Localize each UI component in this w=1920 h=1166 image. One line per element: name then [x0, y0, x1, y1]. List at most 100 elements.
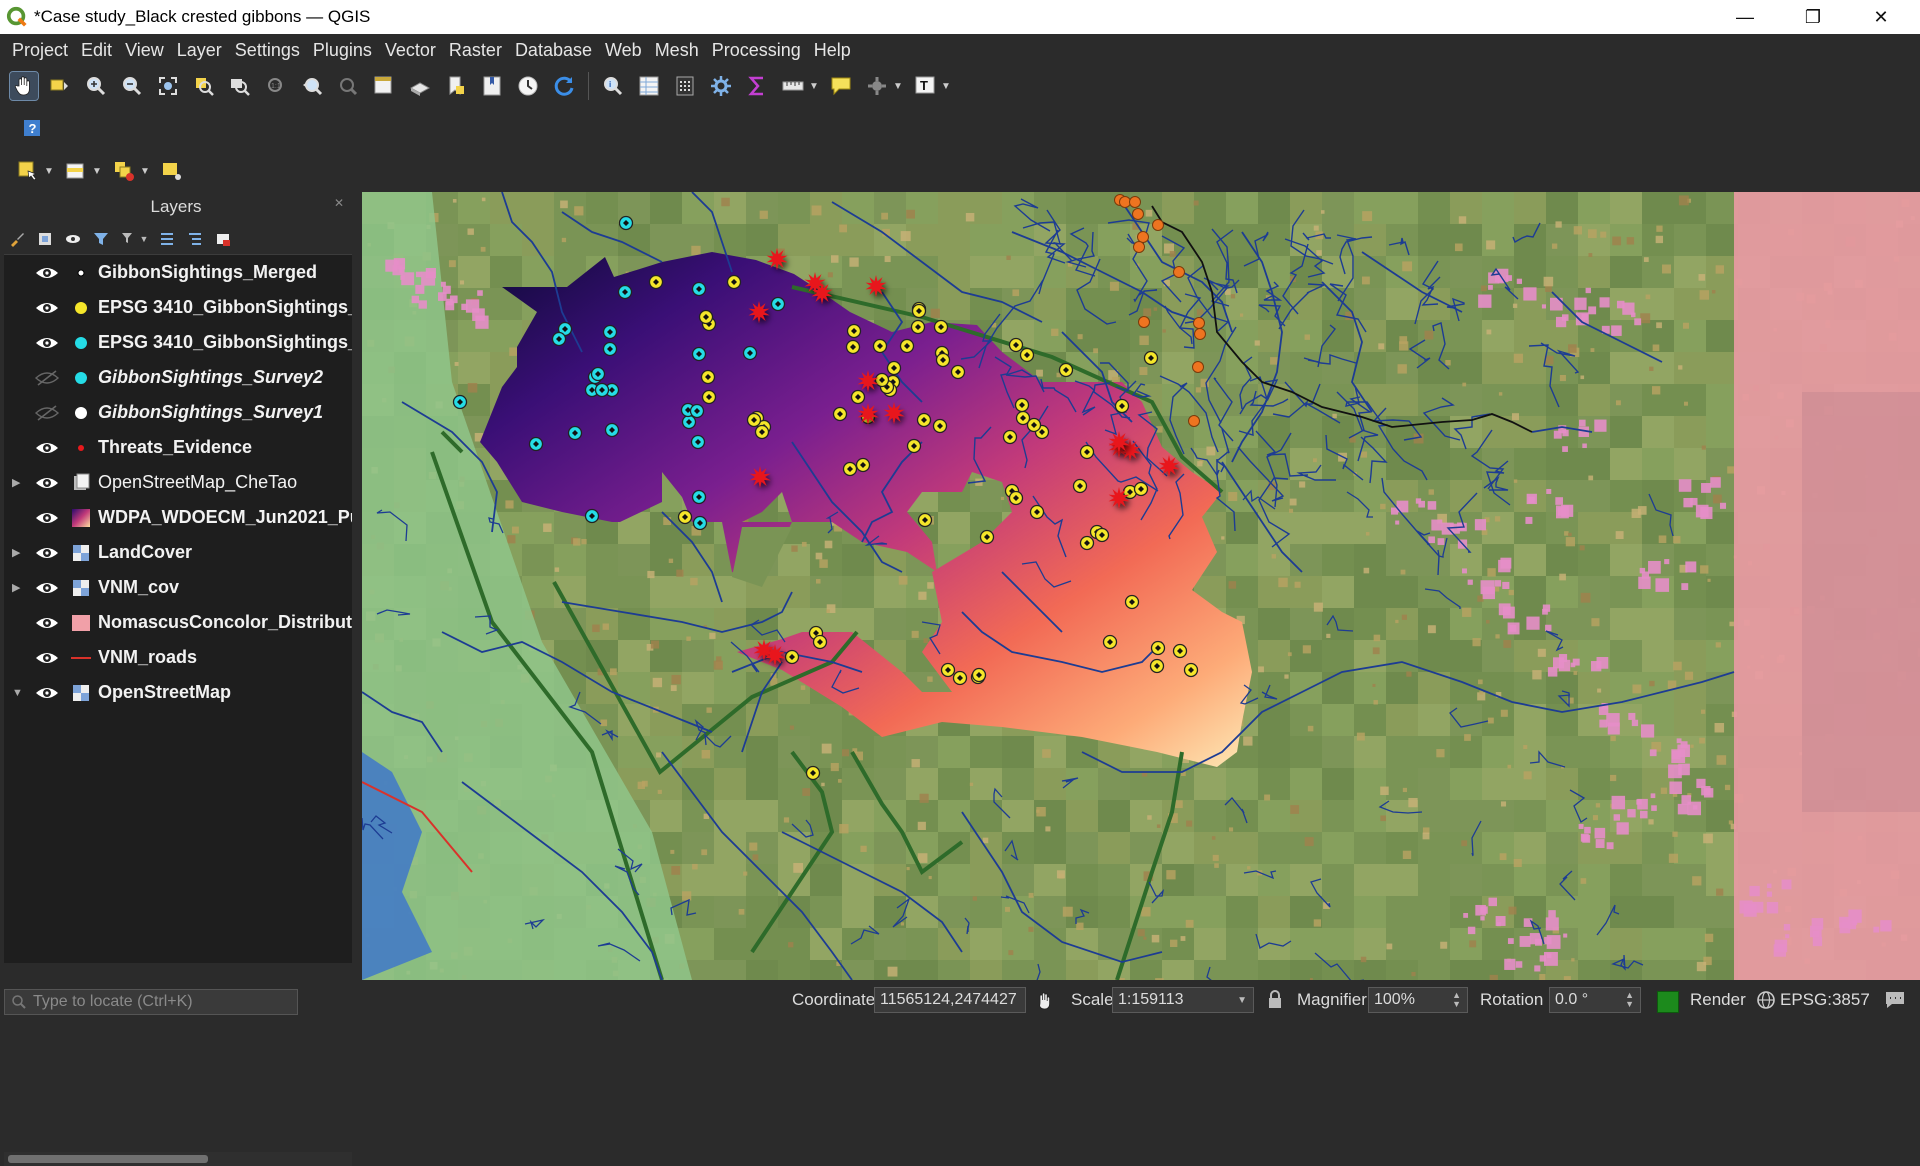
render-checkbox[interactable]	[1657, 991, 1679, 1013]
collapse-all-button[interactable]	[186, 230, 204, 248]
identify-features-button[interactable]: i	[599, 72, 627, 100]
map-svg[interactable]	[362, 192, 1920, 980]
menu-layer[interactable]: Layer	[177, 40, 222, 61]
open-attribute-table-button[interactable]	[635, 72, 663, 100]
zoom-in-button[interactable]	[82, 72, 110, 100]
whats-this-button[interactable]: ?	[18, 114, 46, 142]
map-tips-button[interactable]	[827, 72, 855, 100]
layer-row[interactable]: Threats_Evidence	[4, 430, 352, 465]
manage-map-themes-button[interactable]	[64, 230, 82, 248]
field-calculator-button[interactable]	[671, 72, 699, 100]
visibility-eye-icon[interactable]	[34, 578, 60, 598]
coordinate-field[interactable]: 11565124,2474427	[874, 987, 1026, 1013]
crs-label[interactable]: EPSG:3857	[1780, 990, 1870, 1010]
layer-row[interactable]: VNM_roads	[4, 640, 352, 675]
visibility-eye-icon[interactable]	[34, 683, 60, 703]
zoom-full-button[interactable]	[154, 72, 182, 100]
deselect-dropdown-arrow[interactable]: ▼	[140, 166, 150, 177]
select-by-expression-button[interactable]	[62, 157, 90, 185]
menu-plugins[interactable]: Plugins	[313, 40, 372, 61]
scrollbar-thumb[interactable]	[8, 1155, 208, 1163]
add-group-button[interactable]	[36, 230, 54, 248]
magnifier-spinbox[interactable]: 100% ▲ ▼	[1368, 987, 1468, 1013]
select-features-button[interactable]	[14, 157, 42, 185]
visibility-eye-icon[interactable]	[34, 473, 60, 493]
layers-horizontal-scrollbar[interactable]	[4, 1152, 352, 1166]
visibility-eye-icon[interactable]	[34, 333, 60, 353]
layer-row[interactable]: ▼ OpenStreetMap	[4, 675, 352, 710]
select-features-dropdown-arrow[interactable]: ▼	[44, 166, 54, 177]
hidden-eye-icon[interactable]	[34, 403, 60, 423]
deselect-features-button[interactable]	[110, 157, 138, 185]
temporal-controller-button[interactable]	[514, 72, 542, 100]
layer-row[interactable]: GibbonSightings_Survey1	[4, 395, 352, 430]
zoom-to-selection-button[interactable]	[190, 72, 218, 100]
refresh-button[interactable]	[550, 72, 578, 100]
menu-mesh[interactable]: Mesh	[655, 40, 699, 61]
zoom-to-layer-button[interactable]	[226, 72, 254, 100]
minimize-button[interactable]: —	[1716, 0, 1774, 34]
select-expression-dropdown-arrow[interactable]: ▼	[92, 166, 102, 177]
menu-project[interactable]: Project	[12, 40, 68, 61]
layer-row[interactable]: NomascusConcolor_Distributio	[4, 605, 352, 640]
menu-view[interactable]: View	[125, 40, 164, 61]
text-annotation-dropdown-arrow[interactable]: ▼	[941, 81, 951, 92]
measure-line-button[interactable]	[779, 72, 807, 100]
layer-row[interactable]: ▶ VNM_cov	[4, 570, 352, 605]
messages-icon[interactable]	[1884, 990, 1906, 1010]
panel-close-icon[interactable]: ✕	[334, 196, 344, 210]
layer-row[interactable]: GibbonSightings_Survey2	[4, 360, 352, 395]
annotation-tool-button[interactable]	[863, 72, 891, 100]
close-button[interactable]: ✕	[1852, 0, 1910, 34]
expand-arrow-icon[interactable]: ▶	[12, 546, 24, 559]
show-bookmarks-button[interactable]	[478, 72, 506, 100]
menu-raster[interactable]: Raster	[449, 40, 502, 61]
scale-combobox[interactable]: 1:159113 ▼	[1112, 987, 1254, 1013]
magnifier-stepper-icon[interactable]: ▲ ▼	[1452, 991, 1461, 1009]
visibility-eye-icon[interactable]	[34, 508, 60, 528]
scale-dropdown-arrow[interactable]: ▼	[1237, 995, 1247, 1006]
rotation-stepper-icon[interactable]: ▲ ▼	[1625, 991, 1634, 1009]
map-canvas[interactable]	[362, 192, 1920, 980]
visibility-eye-icon[interactable]	[34, 263, 60, 283]
expand-arrow-icon[interactable]: ▶	[12, 581, 24, 594]
visibility-eye-icon[interactable]	[34, 543, 60, 563]
filter-by-expression-button[interactable]	[120, 230, 138, 248]
layer-row[interactable]: EPSG 3410_GibbonSightings_S	[4, 290, 352, 325]
lock-scale-icon[interactable]	[1266, 989, 1284, 1011]
pan-to-selection-button[interactable]	[46, 72, 74, 100]
pan-tool-button[interactable]	[9, 71, 39, 101]
layer-row[interactable]: EPSG 3410_GibbonSightings_S	[4, 325, 352, 360]
layer-row[interactable]: WDPA_WDOECM_Jun2021_Pub	[4, 500, 352, 535]
layer-row[interactable]: ▶ LandCover	[4, 535, 352, 570]
hidden-eye-icon[interactable]	[34, 368, 60, 388]
rotation-spinbox[interactable]: 0.0 ° ▲ ▼	[1549, 987, 1641, 1013]
zoom-next-button[interactable]	[334, 72, 362, 100]
menu-help[interactable]: Help	[814, 40, 851, 61]
menu-processing[interactable]: Processing	[712, 40, 801, 61]
visibility-eye-icon[interactable]	[34, 298, 60, 318]
expand-all-button[interactable]	[158, 230, 176, 248]
statistical-summary-button[interactable]	[743, 72, 771, 100]
new-3d-map-view-button[interactable]	[406, 72, 434, 100]
menu-vector[interactable]: Vector	[385, 40, 436, 61]
open-layer-styling-button[interactable]	[8, 230, 26, 248]
processing-toolbox-button[interactable]	[707, 72, 735, 100]
menu-settings[interactable]: Settings	[235, 40, 300, 61]
menu-edit[interactable]: Edit	[81, 40, 112, 61]
zoom-out-button[interactable]	[118, 72, 146, 100]
remove-layer-button[interactable]	[214, 230, 232, 248]
zoom-native-button[interactable]: 1:1	[262, 72, 290, 100]
menu-database[interactable]: Database	[515, 40, 592, 61]
extents-toggle-icon[interactable]	[1034, 989, 1056, 1011]
locator-search[interactable]: Type to locate (Ctrl+K)	[4, 989, 298, 1015]
zoom-last-button[interactable]	[298, 72, 326, 100]
filter-legend-button[interactable]	[92, 230, 110, 248]
visibility-eye-icon[interactable]	[34, 613, 60, 633]
layer-row[interactable]: ▶ OpenStreetMap_CheTao	[4, 465, 352, 500]
new-map-view-button[interactable]	[370, 72, 398, 100]
expand-arrow-icon[interactable]: ▶	[12, 476, 24, 489]
visibility-eye-icon[interactable]	[34, 438, 60, 458]
globe-icon[interactable]	[1756, 990, 1776, 1010]
collapse-arrow-icon[interactable]: ▼	[12, 687, 24, 699]
